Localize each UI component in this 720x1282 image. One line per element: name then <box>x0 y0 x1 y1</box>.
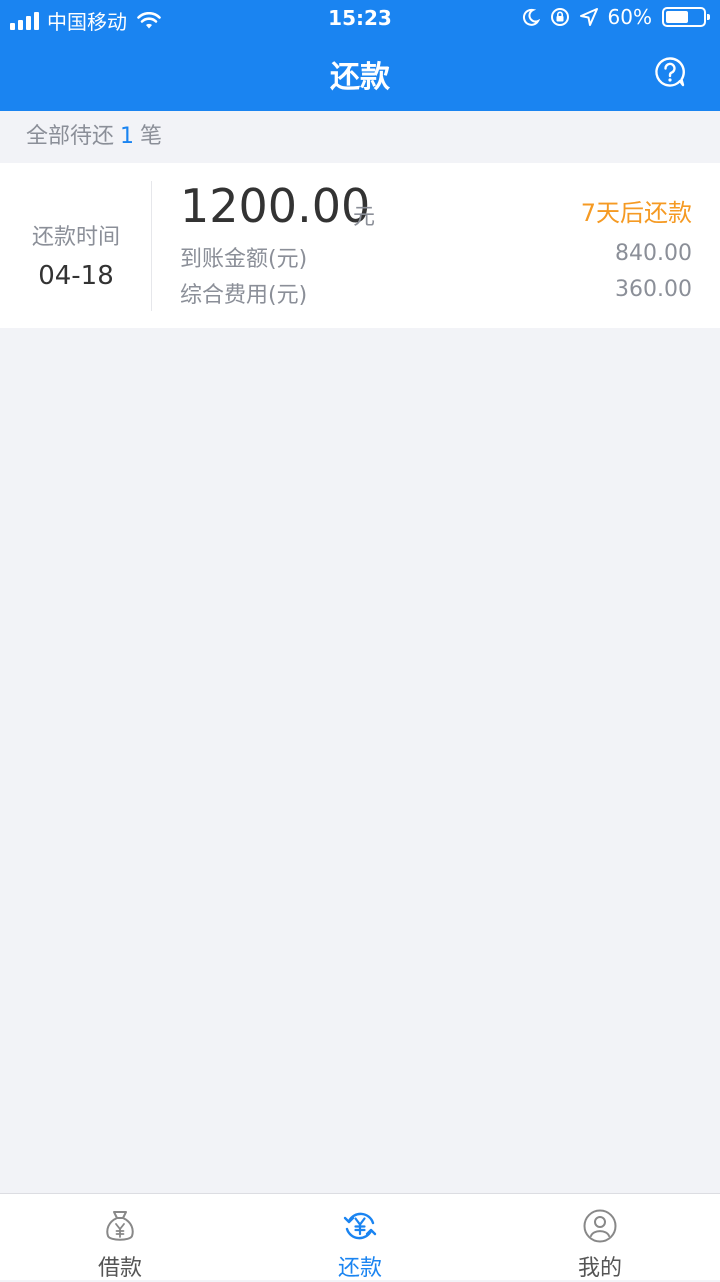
received-amount-label: 到账金额(元) <box>180 247 308 272</box>
card-divider <box>151 181 152 311</box>
summary-prefix: 全部待还 <box>26 124 115 149</box>
app-header: 中国移动 15:23 60% 还款 <box>0 0 720 111</box>
tab-borrow-label: 借款 <box>97 1256 142 1281</box>
repayment-amount: 1200.00 <box>180 179 371 233</box>
tab-borrow[interactable]: 借款 <box>0 1194 240 1281</box>
page-title: 还款 <box>330 60 390 95</box>
battery-percent: 60% <box>607 5 652 29</box>
battery-cap <box>707 14 710 20</box>
tab-mine[interactable]: 我的 <box>480 1194 720 1281</box>
tab-mine-label: 我的 <box>577 1256 622 1281</box>
money-bag-icon <box>106 1211 134 1241</box>
status-bar: 中国移动 15:23 60% <box>0 0 720 36</box>
repay-cycle-icon <box>343 1212 377 1240</box>
user-circle-icon <box>583 1209 617 1243</box>
repayment-date: 04-18 <box>38 261 114 291</box>
question-bubble-icon[interactable] <box>654 56 686 88</box>
repayment-date-block: 还款时间 04-18 <box>0 163 152 328</box>
battery-fill <box>666 11 688 23</box>
total-fee-value: 360.00 <box>615 277 692 302</box>
amount-unit: 元 <box>353 205 376 230</box>
rotation-lock-icon <box>550 8 569 26</box>
battery-icon <box>662 7 710 27</box>
repayment-time-label: 还款时间 <box>31 225 120 250</box>
pending-summary: 全部待还 1 笔 <box>0 111 720 163</box>
repayment-card[interactable]: 还款时间 04-18 1200.00 元 7天后还款 到账金额(元) 840.0… <box>0 163 720 328</box>
tab-bar: 借款 还款 我的 <box>0 1193 720 1281</box>
summary-count: 1 <box>120 124 135 149</box>
total-fee-label: 综合费用(元) <box>180 283 308 308</box>
summary-suffix: 笔 <box>140 124 163 149</box>
tab-repay[interactable]: 还款 <box>240 1194 480 1281</box>
location-arrow-icon <box>579 8 598 26</box>
tab-repay-label: 还款 <box>337 1256 382 1281</box>
received-amount-value: 840.00 <box>615 241 692 266</box>
moon-icon <box>522 8 540 26</box>
days-until-repayment: 7天后还款 <box>580 199 692 227</box>
status-right: 60% <box>522 5 710 29</box>
